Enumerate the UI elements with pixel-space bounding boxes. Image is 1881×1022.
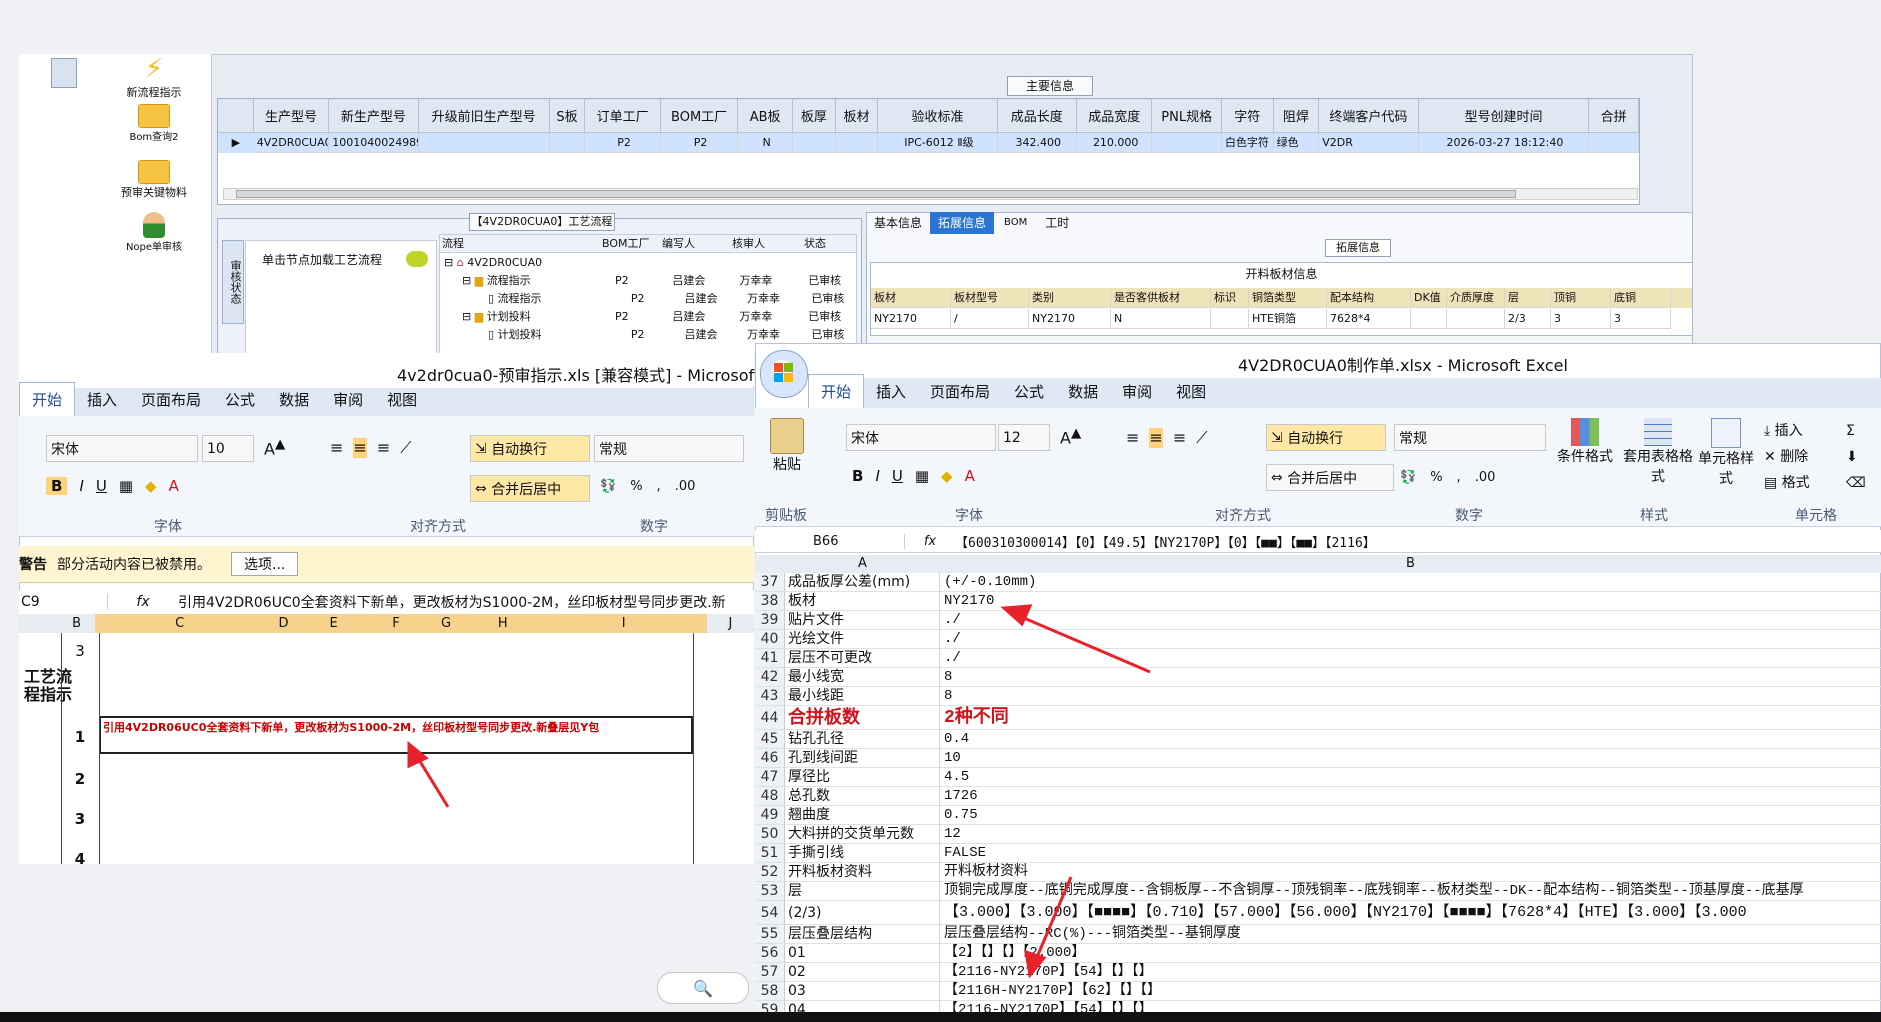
zoom-control[interactable]: 🔍 (657, 972, 749, 1004)
zoom-icon: 🔍 (693, 978, 713, 998)
taskbar (0, 1012, 1881, 1022)
annotation-arrows (407, 604, 1151, 979)
